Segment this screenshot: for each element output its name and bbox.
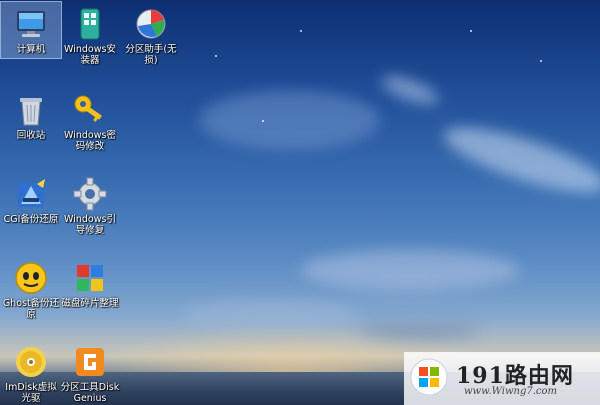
- partition-assistant-icon: [136, 9, 166, 39]
- desktop-icon-imdisk[interactable]: ImDisk虚拟光驱: [1, 340, 61, 404]
- desktop-icon-windows-installer[interactable]: Windows安装器: [60, 2, 120, 66]
- desktop-icon-recycle-bin[interactable]: 回收站: [1, 88, 61, 141]
- desktop-icon-label: Windows密码修改: [64, 130, 116, 152]
- watermark: 191路由网 www.Wiwng7.com: [404, 352, 600, 405]
- desktop-icon-cgi-backup[interactable]: CGI备份还原: [1, 172, 61, 225]
- watermark-url: www.Wiwng7.com: [464, 386, 558, 397]
- virtual-drive-icon: [16, 347, 46, 377]
- desktop-icon-label: ImDisk虚拟光驱: [5, 382, 57, 404]
- star: [300, 30, 302, 32]
- desktop-icon-label: Ghost备份还原: [2, 298, 60, 320]
- key-icon: [74, 95, 102, 122]
- windows-logo-icon: [410, 358, 448, 396]
- desktop-icon-computer[interactable]: 计算机: [0, 1, 62, 59]
- desktop-icon-label: Windows引导修复: [64, 214, 116, 236]
- star: [215, 55, 217, 57]
- windows-installer-icon: [80, 8, 100, 40]
- desktop-icon-ghost[interactable]: Ghost备份还原: [1, 256, 61, 320]
- desktop-icon-windows-password[interactable]: Windows密码修改: [60, 88, 120, 152]
- star: [262, 120, 264, 122]
- defrag-icon: [77, 265, 103, 291]
- desktop-icon-label: 计算机: [16, 44, 46, 55]
- gear-icon: [73, 177, 107, 211]
- cloud: [360, 322, 480, 340]
- recycle-bin-icon: [20, 98, 42, 126]
- desktop-icon-label: 分区助手(无损): [125, 44, 177, 66]
- star: [470, 30, 472, 32]
- cloud: [378, 70, 442, 110]
- desktop-icon-label: CGI备份还原: [3, 214, 59, 225]
- cloud: [437, 114, 600, 206]
- desktop: 计算机 回收站 CGI备份还原 Ghost备份还原 ImDisk虚拟光驱 Win…: [0, 0, 600, 405]
- desktop-icon-diskgenius[interactable]: 分区工具DiskGenius: [60, 340, 120, 404]
- cloud: [200, 90, 380, 150]
- ghost-icon: [15, 262, 47, 294]
- diskgenius-icon: [76, 348, 104, 376]
- star: [540, 60, 542, 62]
- desktop-icon-partition-assistant[interactable]: 分区助手(无损): [121, 2, 181, 66]
- cgi-backup-icon: [18, 179, 45, 207]
- cloud: [300, 250, 520, 290]
- computer-icon: [17, 11, 45, 37]
- desktop-icon-defrag[interactable]: 磁盘碎片整理: [60, 256, 120, 309]
- desktop-icon-windows-boot-repair[interactable]: Windows引导修复: [60, 172, 120, 236]
- desktop-icon-label: 分区工具DiskGenius: [60, 382, 120, 404]
- desktop-icon-label: 回收站: [16, 130, 46, 141]
- cloud: [180, 300, 360, 330]
- desktop-icon-label: Windows安装器: [64, 44, 116, 66]
- desktop-icon-label: 磁盘碎片整理: [61, 298, 119, 309]
